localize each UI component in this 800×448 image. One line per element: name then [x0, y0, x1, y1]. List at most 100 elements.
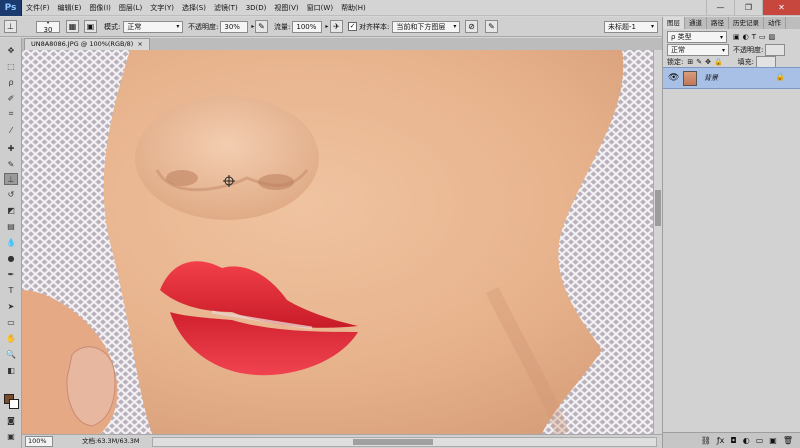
blur-tool-icon[interactable]: 💧: [4, 236, 18, 248]
photoshop-logo: Ps: [0, 0, 22, 16]
horizontal-scrollbar[interactable]: [152, 437, 657, 447]
pressure-size-icon[interactable]: ✎: [485, 20, 498, 33]
menu-edit[interactable]: 编辑(E): [54, 0, 86, 16]
mode-label: 模式:: [104, 22, 121, 31]
menu-window[interactable]: 窗口(W): [303, 0, 337, 16]
close-button[interactable]: ✕: [762, 0, 800, 15]
brush-preset-picker[interactable]: • 30: [36, 20, 60, 33]
menu-filter[interactable]: 滤镜(T): [210, 0, 242, 16]
tab-paths[interactable]: 路径: [707, 17, 729, 29]
lock-label: 锁定:: [667, 58, 684, 66]
healing-brush-tool-icon[interactable]: ✚: [4, 142, 18, 154]
delete-layer-icon[interactable]: 🗑: [783, 436, 793, 445]
add-mask-icon[interactable]: ◘: [730, 436, 736, 445]
menu-layer[interactable]: 图层(L): [115, 0, 146, 16]
opacity-label: 不透明度:: [188, 22, 219, 31]
vertical-scrollbar[interactable]: [653, 50, 662, 434]
clone-source-icon[interactable]: ▣: [84, 20, 97, 33]
lasso-tool-icon[interactable]: ρ: [4, 76, 18, 88]
chevron-down-icon: ▾: [650, 23, 654, 30]
shape-tool-icon[interactable]: ▭: [4, 316, 18, 328]
quick-mask-icon[interactable]: ◙: [4, 414, 18, 426]
restore-button[interactable]: ❐: [734, 0, 762, 15]
layer-name[interactable]: 背景: [704, 73, 718, 83]
layer-filter-select[interactable]: ρ 类型 ▾: [667, 31, 727, 43]
align-label: 对齐: [359, 22, 373, 31]
document-size-info[interactable]: 文档:63.3M/63.3M: [82, 436, 140, 447]
opacity-dropdown-icon[interactable]: ▸: [248, 23, 254, 30]
menu-file[interactable]: 文件(F): [22, 0, 54, 16]
menu-3d[interactable]: 3D(D): [242, 0, 271, 16]
clone-stamp-tool-preset-icon[interactable]: ⊥: [4, 20, 17, 33]
new-group-icon[interactable]: ▭: [756, 436, 764, 445]
filter-icons[interactable]: ▣◐T▭▨: [733, 33, 778, 41]
eyedropper-tool-icon[interactable]: ⁄: [4, 124, 18, 136]
layer-style-icon[interactable]: ƒx: [717, 436, 725, 445]
brush-panel-icon[interactable]: ▦: [66, 20, 79, 33]
dodge-tool-icon[interactable]: ●: [4, 252, 18, 264]
new-layer-icon[interactable]: ▣: [769, 436, 777, 445]
airbrush-icon[interactable]: ✈: [330, 20, 343, 33]
layer-opacity-input[interactable]: [765, 44, 786, 56]
default-colors-icon[interactable]: ◧: [4, 364, 18, 376]
history-brush-tool-icon[interactable]: ↺: [4, 188, 18, 200]
marquee-tool-icon[interactable]: ⬚: [4, 60, 18, 72]
zoom-tool-icon[interactable]: 🔍: [4, 348, 18, 360]
mode-select[interactable]: 正常 ▾: [123, 20, 184, 33]
path-selection-tool-icon[interactable]: ➤: [4, 300, 18, 312]
fill-label: 填充:: [737, 58, 755, 66]
document-tab[interactable]: UN8A8086.JPG @ 100%(RGB/8) ×: [24, 38, 150, 50]
gradient-tool-icon[interactable]: ▤: [4, 220, 18, 232]
tab-channels[interactable]: 通道: [685, 17, 707, 29]
document-tab-bar: UN8A8086.JPG @ 100%(RGB/8) ×: [22, 38, 662, 50]
menu-view[interactable]: 视图(V): [270, 0, 302, 16]
photo-canvas: [22, 50, 653, 434]
menu-bar: Ps 文件(F) 编辑(E) 图像(I) 图层(L) 文字(Y) 选择(S) 滤…: [0, 0, 800, 16]
horizontal-scroll-thumb[interactable]: [353, 439, 433, 445]
layer-row-background[interactable]: 👁 背景 🔒: [663, 67, 800, 89]
move-tool-icon[interactable]: ✥: [4, 44, 18, 56]
ignore-adjustment-layers-icon[interactable]: ⊘: [465, 20, 478, 33]
sample-label: 样本:: [373, 22, 390, 31]
lock-icons[interactable]: ⊞✎✥🔒: [687, 58, 725, 66]
crop-tool-icon[interactable]: ⌗: [4, 108, 18, 120]
vertical-scroll-thumb[interactable]: [655, 190, 661, 226]
document-canvas[interactable]: [22, 50, 653, 434]
panel-tabs: 图层 通道 路径 历史记录 动作: [663, 17, 800, 29]
pressure-opacity-icon[interactable]: ✎: [255, 20, 268, 33]
background-color-swatch[interactable]: [9, 399, 19, 409]
quick-select-tool-icon[interactable]: ✐: [4, 92, 18, 104]
screen-mode-icon[interactable]: ▣: [4, 430, 18, 442]
chevron-down-icon: ▾: [453, 23, 457, 30]
align-checkbox[interactable]: ✓: [348, 22, 357, 31]
workspace-preset-select[interactable]: 未标题-1 ▾: [604, 20, 658, 33]
menu-select[interactable]: 选择(S): [178, 0, 210, 16]
flow-input[interactable]: 100%: [292, 20, 323, 33]
sample-select[interactable]: 当前和下方图层 ▾: [392, 20, 461, 33]
type-tool-icon[interactable]: T: [4, 284, 18, 296]
brush-tool-icon[interactable]: ✎: [4, 158, 18, 170]
menu-type[interactable]: 文字(Y): [146, 0, 178, 16]
flow-dropdown-icon[interactable]: ▸: [322, 23, 328, 30]
hand-tool-icon[interactable]: ✋: [4, 332, 18, 344]
blend-mode-select[interactable]: 正常 ▾: [667, 44, 729, 56]
tab-history[interactable]: 历史记录: [729, 17, 764, 29]
toolbox: ✥ ⬚ ρ ✐ ⌗ ⁄ ✚ ✎ ⊥ ↺ ◩ ▤ 💧 ● ✒ T ➤ ▭ ✋ 🔍 …: [0, 38, 22, 448]
menu-image[interactable]: 图像(I): [85, 0, 115, 16]
chevron-down-icon: ▾: [719, 33, 723, 41]
tab-actions[interactable]: 动作: [764, 17, 786, 29]
opacity-input[interactable]: 30%: [220, 20, 249, 33]
link-layers-icon[interactable]: ⛓: [701, 436, 711, 445]
minimize-button[interactable]: —: [706, 0, 734, 15]
clone-stamp-tool-icon[interactable]: ⊥: [4, 173, 18, 185]
menu-help[interactable]: 帮助(H): [337, 0, 370, 16]
eraser-tool-icon[interactable]: ◩: [4, 204, 18, 216]
flow-label: 流量:: [274, 22, 291, 31]
tab-layers[interactable]: 图层: [663, 17, 685, 29]
chevron-down-icon: ▾: [176, 23, 180, 30]
eye-icon[interactable]: 👁: [668, 73, 679, 83]
zoom-level-input[interactable]: 100%: [25, 436, 53, 447]
pen-tool-icon[interactable]: ✒: [4, 268, 18, 280]
close-tab-icon[interactable]: ×: [137, 40, 142, 48]
adjustment-layer-icon[interactable]: ◐: [743, 436, 750, 445]
